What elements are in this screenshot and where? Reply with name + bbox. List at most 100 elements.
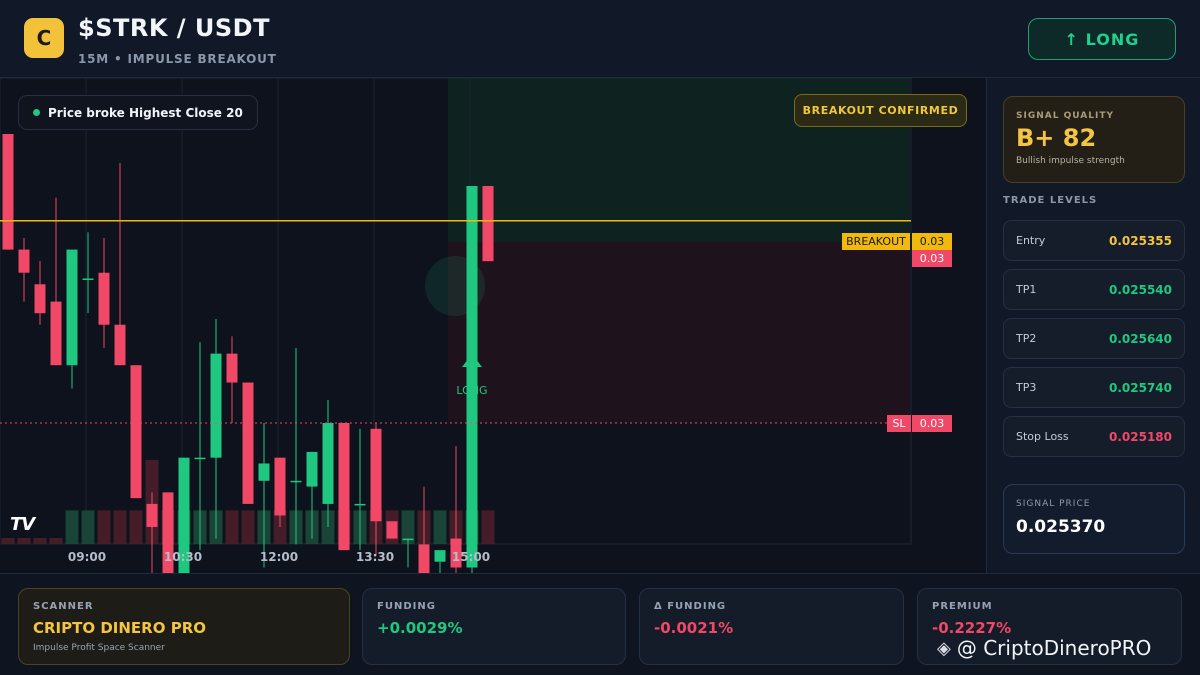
candle-body: [274, 457, 286, 516]
pair-title: $STRK / USDT: [78, 14, 270, 42]
signal-price-label: SIGNAL PRICE: [1016, 499, 1091, 509]
level-name: TP2: [1016, 332, 1037, 345]
time-label-0900: 09:00: [67, 550, 107, 564]
level-value: 0.025740: [1108, 380, 1172, 395]
candle-body: [370, 428, 382, 522]
candle-3: [50, 197, 62, 366]
candle-4: [66, 249, 78, 389]
candle-1: [18, 238, 30, 302]
breakout-confirmed-badge: BREAKOUT CONFIRMED: [794, 94, 967, 127]
delta-funding-label: Δ FUNDING: [654, 601, 727, 612]
delta-funding-card: Δ FUNDING -0.0021%: [639, 588, 904, 665]
tradingview-logo: TV: [10, 514, 35, 535]
volume-bar: [49, 538, 63, 544]
sl-label-tag: SL: [887, 415, 911, 432]
scanner-label: SCANNER: [33, 601, 94, 612]
candle-body: [418, 544, 430, 573]
candle-body: [82, 278, 94, 280]
volume-bar: [433, 510, 447, 544]
time-label-1500: 15:00: [451, 550, 491, 564]
volume-bar: [1, 538, 15, 544]
level-stop-loss: Stop Loss 0.025180: [1003, 416, 1185, 457]
candle-7: [114, 162, 126, 366]
time-label-1030: 10:30: [163, 550, 203, 564]
level-value: 0.025180: [1108, 429, 1172, 444]
level-name: Entry: [1016, 234, 1046, 247]
funding-value: +0.0029%: [377, 619, 463, 637]
footer: SCANNER CRIPTO DINERO PRO Impulse Profit…: [0, 573, 1200, 675]
volume-bar: [129, 510, 143, 544]
candle-30: [482, 186, 494, 262]
signal-price-value: 0.025370: [1016, 517, 1106, 537]
candle-16: [258, 423, 270, 568]
candle-body: [210, 353, 222, 458]
candle-body: [18, 249, 30, 273]
volume-bar: [97, 510, 111, 544]
volume-bar: [225, 510, 239, 544]
level-value: 0.025540: [1108, 282, 1172, 297]
watermark: ◈ @ CriptoDineroPRO: [937, 636, 1151, 660]
signal-price-card: SIGNAL PRICE 0.025370: [1003, 484, 1185, 554]
candle-2: [34, 261, 46, 325]
level-name: Stop Loss: [1016, 430, 1069, 443]
sl-price-tag: 0.03: [912, 415, 952, 432]
level-value: 0.025640: [1108, 331, 1172, 346]
volume-bar: [33, 538, 47, 544]
time-label-1200: 12:00: [259, 550, 299, 564]
breakout-chip-text: Price broke Highest Close 20: [48, 105, 243, 120]
candle-14: [226, 336, 238, 423]
signal-quality-grade: B+ 82: [1016, 124, 1097, 152]
volume-bar: [65, 510, 79, 544]
candle-13: [210, 318, 222, 539]
chart-area[interactable]: LONG Price broke Highest Close 20 BREAKO…: [0, 78, 985, 573]
long-button[interactable]: ↑ LONG: [1028, 18, 1176, 60]
breakout-label-tag: BREAKOUT: [842, 233, 910, 250]
long-marker-label: LONG: [456, 384, 487, 397]
candle-body: [482, 186, 494, 262]
price-chart[interactable]: LONG: [0, 78, 985, 573]
candle-body: [290, 480, 302, 483]
candle-body: [34, 284, 46, 314]
pair-subtitle: 15M • IMPULSE BREAKOUT: [78, 52, 277, 66]
signal-quality-card: SIGNAL QUALITY B+ 82 Bullish impulse str…: [1003, 96, 1185, 183]
scanner-note: Impulse Profit Space Scanner: [33, 643, 165, 653]
signal-quality-note: Bullish impulse strength: [1016, 156, 1125, 166]
candle-body: [306, 451, 318, 487]
status-dot: [33, 109, 40, 116]
watermark-text: @ CriptoDineroPRO: [956, 636, 1152, 660]
candle-body: [130, 365, 142, 499]
risk-zone: [448, 242, 910, 423]
level-tp2: TP2 0.025640: [1003, 318, 1185, 359]
premium-label: PREMIUM: [932, 601, 993, 612]
candle-body: [258, 463, 270, 481]
candle-5: [82, 232, 94, 314]
candle-body: [354, 503, 366, 506]
volume-bar: [113, 510, 127, 544]
header: C $STRK / USDT 15M • IMPULSE BREAKOUT ↑ …: [0, 0, 1200, 78]
funding-label: FUNDING: [377, 601, 436, 612]
candle-body: [66, 249, 78, 366]
candle-15: [242, 382, 254, 504]
volume-bar: [241, 510, 255, 544]
candle-8: [130, 365, 142, 499]
candle-body: [98, 272, 110, 325]
trade-levels-title: TRADE LEVELS: [1003, 195, 1098, 206]
candle-0: [2, 134, 14, 250]
time-label-1330: 13:30: [355, 550, 395, 564]
candle-body: [338, 423, 350, 551]
current-price-tag: 0.03: [912, 250, 952, 267]
level-name: TP3: [1016, 381, 1037, 394]
scanner-name: CRIPTO DINERO PRO: [33, 619, 206, 637]
funding-card: FUNDING +0.0029%: [362, 588, 626, 665]
coin-logo: C: [24, 18, 64, 58]
signal-sidebar: SIGNAL QUALITY B+ 82 Bullish impulse str…: [986, 78, 1200, 573]
level-tp1: TP1 0.025540: [1003, 269, 1185, 310]
candle-21: [338, 423, 350, 551]
scanner-card: SCANNER CRIPTO DINERO PRO Impulse Profit…: [18, 588, 350, 665]
candle-body: [114, 324, 126, 366]
candle-body: [402, 538, 414, 541]
signal-quality-label: SIGNAL QUALITY: [1016, 111, 1114, 121]
premium-value: -0.2227%: [932, 619, 1012, 637]
level-value: 0.025355: [1108, 233, 1172, 248]
breakout-price-tag: 0.03: [912, 233, 952, 250]
